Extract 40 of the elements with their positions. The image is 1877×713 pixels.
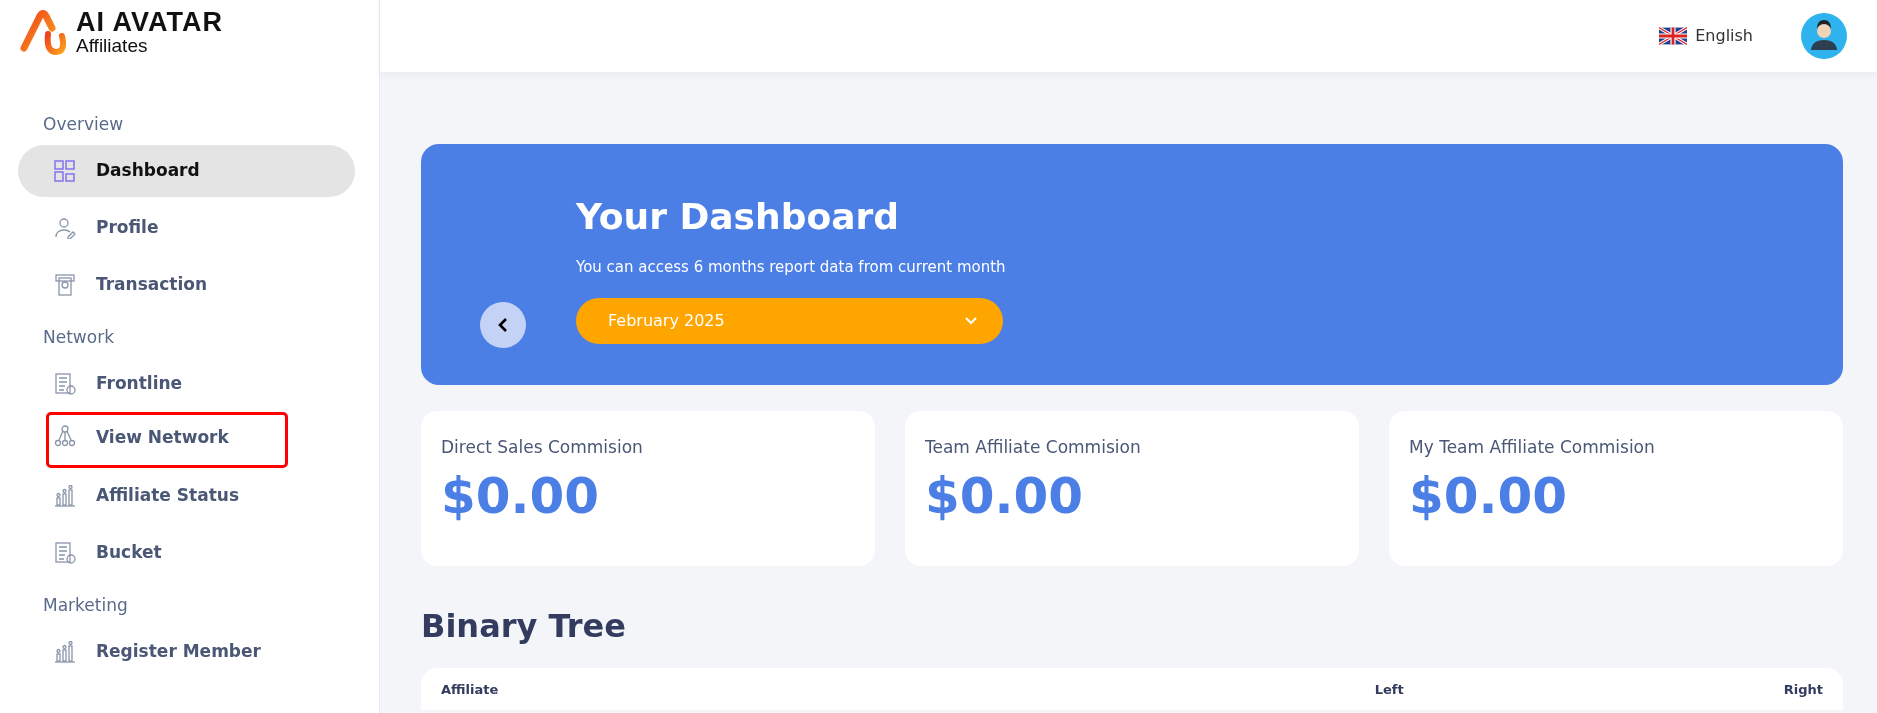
banner-title: Your Dashboard (576, 195, 900, 239)
avatar-icon[interactable] (1801, 13, 1847, 59)
sidebar-item[interactable]: Profile (18, 202, 355, 254)
section-label: Network (43, 325, 114, 349)
network-icon (54, 425, 76, 447)
sidebar-item[interactable]: Bucket (18, 527, 355, 579)
sidebar-item[interactable]: View Network (49, 415, 285, 465)
ledger-icon (54, 373, 76, 395)
column-header: Left (1374, 681, 1404, 699)
column-header: Right (1783, 681, 1823, 699)
sidebar-item[interactable]: Frontline (18, 358, 355, 410)
grid-icon (54, 160, 76, 182)
sidebar-item[interactable]: Transaction (18, 259, 355, 311)
stat-value: $0.00 (925, 468, 1085, 524)
language-selector[interactable]: English (1659, 24, 1753, 48)
user-icon (54, 217, 76, 239)
logo-subtitle: Affiliates (76, 36, 149, 55)
sidebar-item[interactable]: Dashboard (18, 145, 355, 197)
column-header: Affiliate (441, 681, 500, 699)
logo-title: AI AVATAR (76, 9, 223, 36)
chevron-left-icon (497, 317, 509, 333)
ledger-icon (54, 542, 76, 564)
bar-chart-icon (54, 485, 76, 507)
section-label: Marketing (43, 593, 128, 617)
stat-title: Team Affiliate Commision (925, 436, 1142, 459)
sidebar-item[interactable]: Register Member (18, 626, 355, 678)
banner-subtitle: You can access 6 months report data from current month (576, 257, 1007, 278)
caret-icon (965, 316, 977, 325)
stat-value: $0.00 (1409, 468, 1569, 524)
atm-icon (54, 274, 76, 296)
stat-title: My Team Affiliate Commision (1409, 436, 1656, 459)
section-label: Overview (43, 112, 124, 136)
logo-icon (18, 8, 68, 56)
section-heading: Binary Tree (421, 606, 627, 647)
bar-chart-icon (54, 641, 76, 663)
previous-button[interactable] (480, 302, 526, 348)
sidebar-item[interactable]: Affiliate Status (18, 470, 355, 522)
stat-value: $0.00 (441, 468, 601, 524)
stat-title: Direct Sales Commision (441, 436, 644, 459)
flag-icon (1659, 27, 1688, 45)
